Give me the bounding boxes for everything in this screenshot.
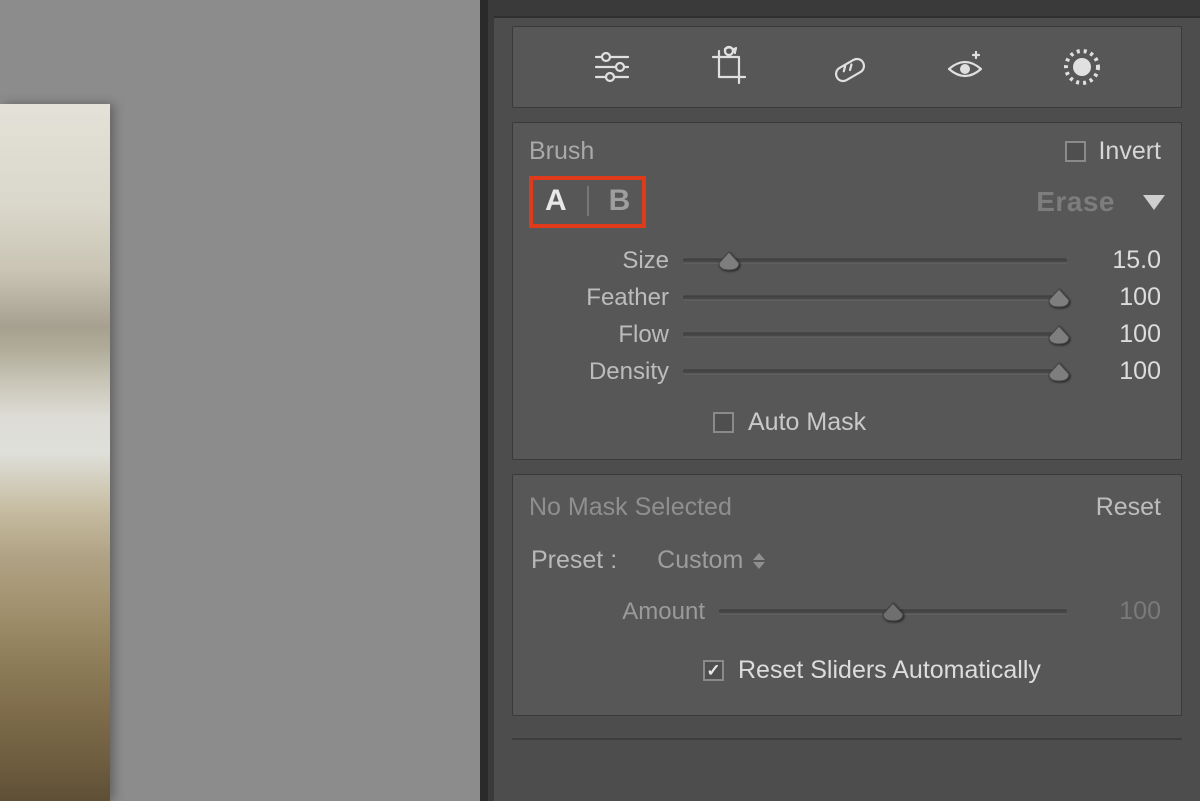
mask-status: No Mask Selected — [529, 493, 732, 522]
size-slider[interactable] — [683, 252, 1067, 270]
sliders-icon[interactable] — [586, 41, 638, 93]
erase-button[interactable]: Erase — [1036, 186, 1115, 218]
brush-a-button[interactable]: A — [545, 184, 567, 218]
reset-sliders-checkbox[interactable] — [703, 660, 724, 681]
flow-value[interactable]: 100 — [1081, 320, 1161, 349]
automask-checkbox[interactable] — [713, 412, 734, 433]
brush-ab-separator — [587, 186, 589, 216]
collapse-toggle-icon[interactable] — [1143, 195, 1165, 210]
feather-label: Feather — [529, 284, 669, 312]
photo-preview[interactable] — [0, 104, 110, 801]
amount-value[interactable]: 100 — [1081, 597, 1161, 626]
size-label: Size — [529, 247, 669, 275]
feather-thumb[interactable] — [1047, 288, 1071, 308]
flow-slider[interactable] — [683, 326, 1067, 344]
preset-label: Preset : — [531, 546, 617, 575]
preset-dropdown[interactable]: Custom — [657, 546, 765, 575]
density-value[interactable]: 100 — [1081, 357, 1161, 386]
panel-top-strip — [494, 0, 1200, 18]
healing-icon[interactable] — [821, 41, 873, 93]
size-slider-row: Size 15.0 — [513, 242, 1181, 279]
brush-b-button[interactable]: B — [609, 184, 631, 218]
tool-strip — [512, 26, 1182, 108]
canvas-area — [0, 0, 470, 801]
amount-slider-row: Amount 100 — [513, 593, 1181, 630]
invert-checkbox[interactable] — [1065, 141, 1086, 162]
automask-label: Auto Mask — [748, 408, 866, 437]
mask-section: No Mask Selected Reset Preset : Custom A… — [512, 474, 1182, 716]
amount-slider[interactable] — [719, 603, 1067, 621]
reset-sliders-label: Reset Sliders Automatically — [738, 656, 1041, 685]
crop-icon[interactable] — [703, 41, 755, 93]
brush-section: Brush Invert A B Erase Size — [512, 122, 1182, 460]
feather-value[interactable]: 100 — [1081, 283, 1161, 312]
right-panel: Brush Invert A B Erase Size — [488, 0, 1200, 801]
density-thumb[interactable] — [1047, 362, 1071, 382]
flow-label: Flow — [529, 321, 669, 349]
redeye-icon[interactable] — [939, 41, 991, 93]
radial-mask-icon[interactable] — [1056, 41, 1108, 93]
feather-slider-row: Feather 100 — [513, 279, 1181, 316]
updown-icon — [753, 553, 765, 569]
divider — [512, 738, 1182, 740]
preset-value: Custom — [657, 546, 743, 575]
size-value[interactable]: 15.0 — [1081, 246, 1161, 275]
brush-title: Brush — [529, 137, 594, 166]
amount-label: Amount — [529, 598, 705, 626]
invert-label: Invert — [1098, 137, 1161, 166]
feather-slider[interactable] — [683, 289, 1067, 307]
flow-thumb[interactable] — [1047, 325, 1071, 345]
size-thumb[interactable] — [717, 251, 741, 271]
reset-button[interactable]: Reset — [1096, 493, 1161, 522]
density-label: Density — [529, 358, 669, 386]
amount-thumb[interactable] — [881, 602, 905, 622]
density-slider-row: Density 100 — [513, 353, 1181, 390]
flow-slider-row: Flow 100 — [513, 316, 1181, 353]
brush-ab-highlight: A B — [529, 176, 646, 228]
density-slider[interactable] — [683, 363, 1067, 381]
